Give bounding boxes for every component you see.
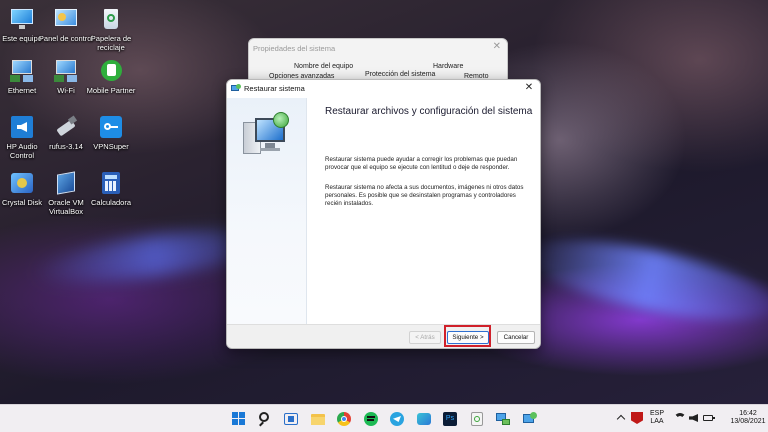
file-explorer-icon[interactable] [310, 411, 326, 427]
wizard-footer: < Atrás Siguiente > Cancelar [227, 324, 540, 348]
recycle-bin-icon [98, 6, 124, 32]
speaker-icon [9, 114, 35, 140]
system-properties-window[interactable]: Propiedades del sistema ✕ Nombre del equ… [248, 38, 508, 82]
wifi-network-icon [53, 58, 79, 84]
cancel-button[interactable]: Cancelar [497, 331, 535, 344]
wallpaper-streak [516, 223, 768, 337]
clock-app-icon[interactable] [469, 411, 485, 427]
wizard-side-panel [227, 98, 307, 324]
system-restore-taskbar-icon[interactable] [522, 411, 538, 427]
mobile-partner-icon [98, 58, 124, 84]
desktop-icon-vpnsuper[interactable]: VPNSuper [83, 114, 139, 151]
wizard-heading: Restaurar archivos y configuración del s… [325, 106, 533, 117]
network-app-icon[interactable] [495, 411, 511, 427]
disk-icon [9, 170, 35, 196]
window-title: Propiedades del sistema [253, 44, 336, 53]
desktop-icon-papelera[interactable]: Papelera de reciclaje [83, 6, 139, 52]
tab-proteccion-sistema[interactable]: Protección del sistema [365, 71, 435, 78]
back-button[interactable]: < Atrás [409, 331, 441, 344]
restore-system-dialog[interactable]: Restaurar sistema ✕ Restaurar archivos y… [226, 79, 541, 349]
task-view-icon[interactable] [283, 411, 299, 427]
description-paragraph: Restaurar sistema no afecta a sus docume… [325, 184, 524, 208]
taskbar: Ps ESP LAA 16:42 13/08/2021 [0, 404, 768, 432]
desktop-icon-calculadora[interactable]: Calculadora [83, 170, 139, 207]
restore-icon [231, 84, 241, 94]
photoshop-icon[interactable]: Ps [442, 411, 458, 427]
dialog-title: Restaurar sistema [244, 84, 305, 93]
close-icon[interactable]: ✕ [522, 81, 536, 95]
description-paragraph: Restaurar sistema puede ayudar a corregi… [325, 156, 518, 172]
tab-nombre-equipo[interactable]: Nombre del equipo [294, 63, 353, 70]
telegram-icon[interactable] [389, 411, 405, 427]
mcafee-icon[interactable] [631, 412, 643, 424]
computer-restore-icon [243, 112, 291, 158]
virtualbox-icon [53, 170, 79, 196]
desktop-icon-mobile-partner[interactable]: Mobile Partner [83, 58, 139, 95]
next-button-highlight [444, 325, 491, 347]
usb-drive-icon [53, 114, 79, 140]
close-icon[interactable]: ✕ [493, 41, 501, 52]
app-icon[interactable] [416, 411, 432, 427]
chrome-icon[interactable] [336, 411, 352, 427]
chevron-up-icon[interactable] [616, 413, 626, 424]
monitor-icon [9, 6, 35, 32]
key-icon [98, 114, 124, 140]
spotify-icon[interactable] [363, 411, 379, 427]
search-icon[interactable] [257, 411, 273, 427]
wifi-icon[interactable] [674, 413, 686, 425]
volume-icon[interactable] [689, 413, 699, 423]
tab-hardware[interactable]: Hardware [433, 63, 463, 70]
control-panel-icon [53, 6, 79, 32]
windows-start-icon[interactable] [231, 411, 247, 427]
battery-icon[interactable] [703, 413, 715, 423]
calculator-icon [98, 170, 124, 196]
language-indicator[interactable]: ESP LAA [648, 410, 666, 426]
clock[interactable]: 16:42 13/08/2021 [728, 410, 768, 426]
title-bar[interactable]: Restaurar sistema ✕ [227, 80, 540, 98]
network-icon [9, 58, 35, 84]
